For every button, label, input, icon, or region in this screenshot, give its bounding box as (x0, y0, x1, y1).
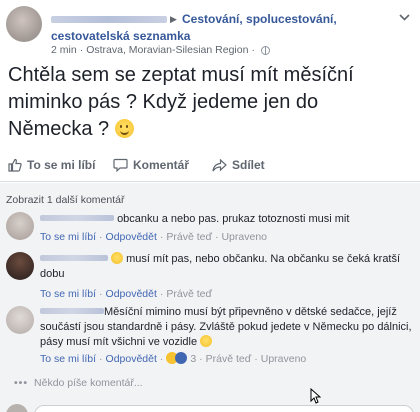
typing-dots-icon: ••• (14, 377, 29, 389)
globe-icon (260, 45, 270, 55)
comment-like-link[interactable]: To se mi líbí (40, 353, 96, 365)
comment-body: musí mít pas, nebo občanku. Na občanku s… (40, 252, 412, 282)
like-button[interactable]: To se mi líbí (8, 158, 95, 172)
post-header: ▶ Cestování, spolucestování, cestovatels… (6, 4, 416, 60)
chevron-down-icon[interactable] (399, 12, 410, 24)
comment-input[interactable] (34, 405, 414, 412)
comment-edited[interactable]: Upraveno (261, 353, 307, 365)
group-link-line2[interactable]: cestovatelská seznamka (51, 29, 190, 43)
comment-time[interactable]: Právě teď (166, 288, 212, 300)
view-more-comments-link[interactable]: Zobrazit 1 další komentář (6, 194, 124, 206)
comment-meta: To se mi líbí · Odpovědět · Právě teď (40, 288, 212, 300)
post-actions: To se mi líbí Komentář Sdílet (0, 152, 420, 182)
comment-body: obcanku a nebo pas. prukaz totoznosti mu… (40, 212, 412, 227)
comment-reply-link[interactable]: Odpovědět (106, 231, 157, 243)
post-text: Chtěla sem se zeptat musí mít měsíční mi… (8, 62, 408, 143)
reaction-count[interactable]: 3 (190, 353, 196, 365)
comment-meta: To se mi líbí · Odpovědět · 3 · Právě teď · Upr… (40, 352, 307, 365)
post-meta: 2 min · Ostrava, Moravian-Silesian Regio… (51, 44, 270, 56)
current-user-avatar (6, 404, 28, 412)
comment-avatar[interactable] (6, 212, 34, 240)
share-icon (212, 158, 227, 172)
post-location[interactable]: Ostrava, Moravian-Silesian Region (86, 44, 248, 56)
group-link[interactable]: Cestování, spolucestování, (182, 12, 337, 26)
comment-body: Měsíční mimino musí být připevněno v dět… (40, 305, 412, 350)
comments-section: Zobrazit 1 další komentář obcanku a nebo… (0, 183, 420, 412)
share-label: Sdílet (232, 158, 265, 172)
smile-emoji-icon (114, 119, 134, 138)
commenter-name-redacted[interactable] (40, 308, 104, 314)
comment-time[interactable]: Právě teď (166, 231, 212, 243)
meta-separator: · (251, 44, 255, 56)
author-name-redacted[interactable] (51, 16, 167, 23)
comment-time[interactable]: Právě teď (206, 353, 252, 365)
comment-avatar[interactable] (6, 306, 34, 334)
post-text-content: Chtěla sem se zeptat musí mít měsíční mi… (8, 64, 354, 140)
comment-avatar[interactable] (6, 252, 34, 280)
smile-emoji-icon (200, 335, 213, 347)
commenter-name-redacted[interactable] (40, 255, 108, 261)
comment-reply-link[interactable]: Odpovědět (106, 288, 157, 300)
commenter-name-redacted[interactable] (40, 215, 114, 221)
comment-icon (113, 158, 128, 172)
share-button[interactable]: Sdílet (212, 158, 265, 172)
comment-label: Komentář (133, 158, 190, 172)
comment-reply-link[interactable]: Odpovědět (106, 353, 157, 365)
typing-indicator: ••• Někdo píše komentář... (14, 377, 143, 389)
typing-text: Někdo píše komentář... (34, 377, 143, 389)
like-reaction-icon[interactable] (175, 352, 188, 364)
thumbs-up-icon (8, 158, 22, 172)
meta-separator: · (79, 44, 84, 56)
comment-meta: To se mi líbí · Odpovědět · Právě teď · Uprave… (40, 231, 267, 243)
comment-text: obcanku a nebo pas. prukaz totoznosti mu… (117, 213, 350, 225)
author-avatar[interactable] (6, 6, 42, 42)
smile-emoji-icon (111, 252, 124, 264)
post-time[interactable]: 2 min (51, 44, 77, 56)
comment-button[interactable]: Komentář (113, 158, 189, 172)
comment-edited[interactable]: Upraveno (221, 231, 267, 243)
caret-right-icon: ▶ (170, 14, 177, 24)
comment-like-link[interactable]: To se mi líbí (40, 288, 96, 300)
like-label: To se mi líbí (27, 158, 96, 172)
comment-like-link[interactable]: To se mi líbí (40, 231, 96, 243)
